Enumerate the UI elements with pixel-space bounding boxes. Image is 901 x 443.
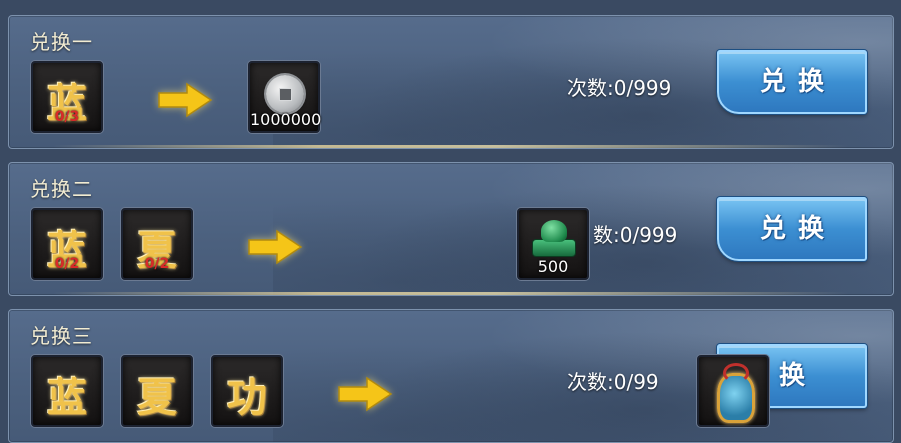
exchange-times: 次数:0/999 <box>567 76 672 100</box>
exchange-row-1: 兑换一 蓝 0/3 1000000 次数:0/999 兑换 <box>8 15 894 149</box>
item-count: 0/3 <box>54 109 80 125</box>
row-title: 兑换一 <box>30 30 93 54</box>
lan-calligraphy-icon[interactable]: 蓝 0/2 <box>31 208 103 280</box>
exchange-times: 次数:0/99 <box>567 370 659 394</box>
row-title: 兑换三 <box>30 324 93 348</box>
reward-amount: 1000000 <box>250 110 322 129</box>
exchange-row-2: 兑换二 蓝 0/2 夏 0/2 数:0/999 500 兑换 <box>8 162 894 296</box>
reward-amount: 500 <box>537 257 569 276</box>
exchange-button[interactable]: 兑换 <box>717 50 867 114</box>
exchange-button[interactable]: 兑换 <box>717 197 867 261</box>
exchange-row-3: 兑换三 蓝 夏 功 次数:0/99 换 <box>8 309 894 443</box>
item-count: 0/2 <box>54 256 80 272</box>
lan-calligraphy-icon[interactable]: 蓝 0/3 <box>31 61 103 133</box>
item-count: 0/2 <box>144 256 170 272</box>
jade-seal-icon[interactable]: 500 <box>517 208 589 280</box>
row-title: 兑换二 <box>30 177 93 201</box>
xia-calligraphy-icon[interactable]: 夏 <box>121 355 193 427</box>
gong-calligraphy-icon[interactable]: 功 <box>211 355 283 427</box>
arrow-right-icon <box>337 376 393 412</box>
ornate-mirror-icon[interactable] <box>697 355 769 427</box>
silver-coin-icon[interactable]: 1000000 <box>248 61 322 133</box>
lan-calligraphy-icon[interactable]: 蓝 <box>31 355 103 427</box>
arrow-right-icon <box>157 82 213 118</box>
xia-calligraphy-icon[interactable]: 夏 0/2 <box>121 208 193 280</box>
arrow-right-icon <box>247 229 303 265</box>
exchange-times: 数:0/999 <box>593 223 678 247</box>
